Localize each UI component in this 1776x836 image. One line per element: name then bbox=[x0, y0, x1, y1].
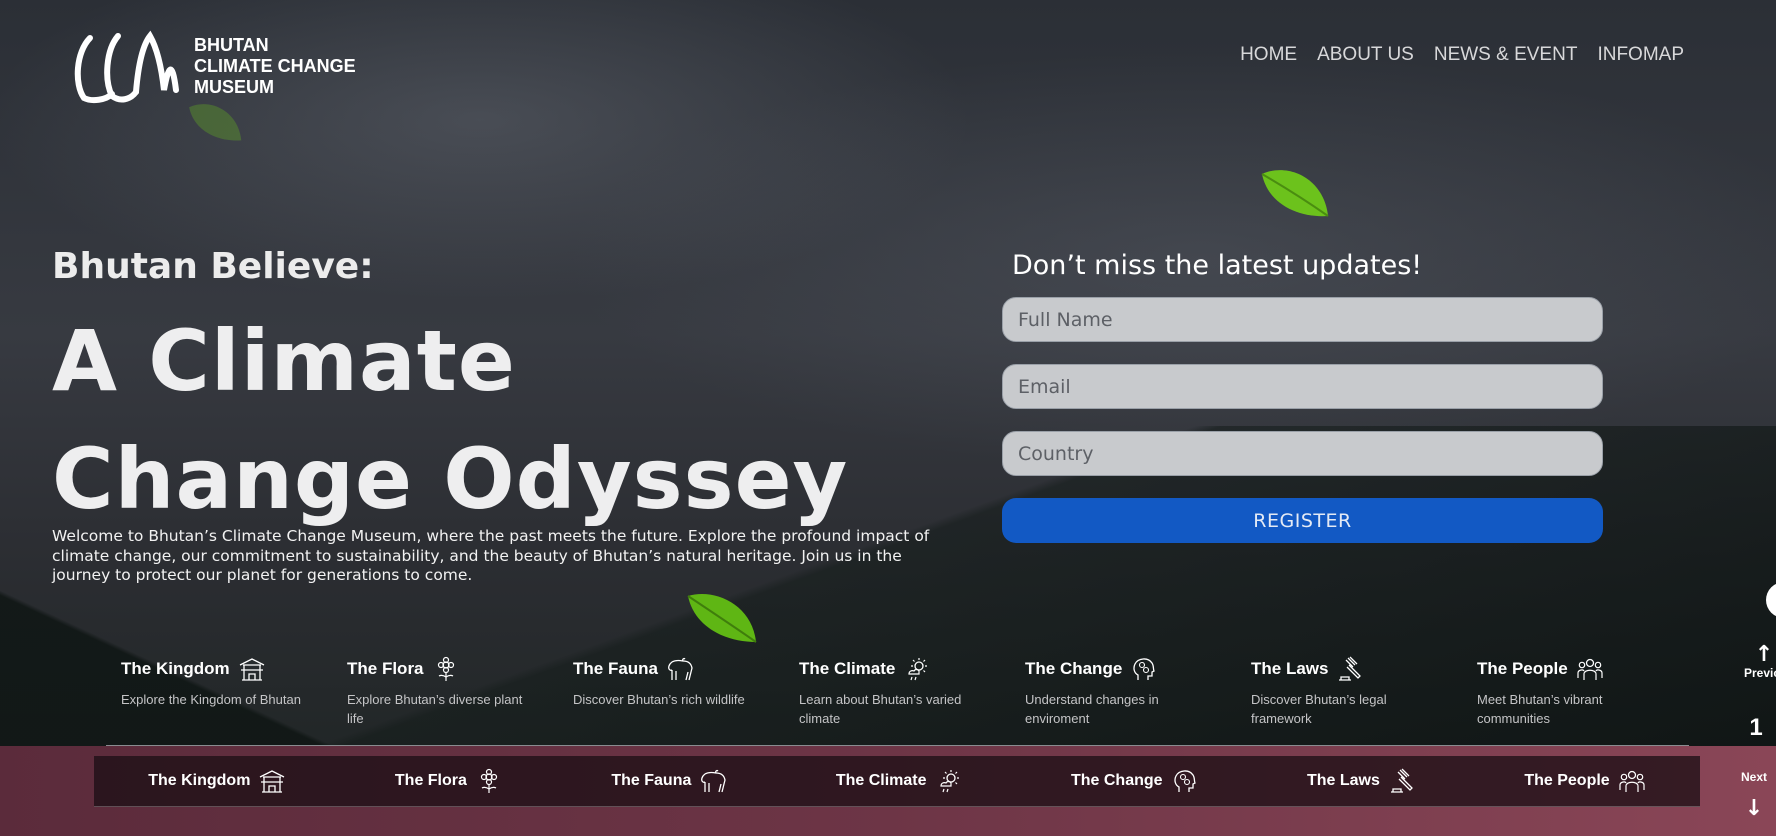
category-desc: Discover Bhutan’s rich wildlife bbox=[573, 692, 745, 707]
weather-icon bbox=[939, 770, 959, 793]
flower-icon bbox=[437, 656, 454, 681]
full-name-input[interactable] bbox=[1002, 297, 1603, 342]
tab-label: The Climate bbox=[835, 772, 927, 789]
previous-label: Previous bbox=[1744, 666, 1776, 680]
category-laws[interactable]: The Laws Discover Bhutan’s legal framewo… bbox=[1251, 656, 1477, 728]
section-number: 1 bbox=[1749, 714, 1763, 741]
nav-about-us[interactable]: ABOUT US bbox=[1317, 44, 1414, 66]
tab-label: The Laws bbox=[1306, 772, 1380, 789]
category-climate[interactable]: The Climate Learn about Bhutan’s varied … bbox=[799, 656, 1025, 728]
tab-fauna[interactable]: The Fauna bbox=[611, 768, 727, 794]
email-input[interactable] bbox=[1002, 364, 1603, 409]
arrow-down-icon: ↓ bbox=[1744, 796, 1764, 821]
weather-icon bbox=[908, 658, 928, 681]
nav-infomap[interactable]: INFOMAP bbox=[1597, 44, 1684, 66]
category-desc: Understand changes in enviroment bbox=[1025, 692, 1159, 726]
tab-climate[interactable]: The Climate bbox=[836, 768, 963, 794]
category-desc: Meet Bhutan’s vibrant communities bbox=[1477, 692, 1603, 726]
category-people[interactable]: The People Meet Bhutan’s vibrant communi… bbox=[1477, 656, 1703, 728]
logo-line: BHUTAN bbox=[194, 34, 269, 55]
leaf-icon bbox=[1261, 170, 1329, 217]
category-desc: Explore the Kingdom of Bhutan bbox=[121, 692, 301, 707]
arrow-up-icon: ↑ bbox=[1754, 642, 1774, 667]
tab-people[interactable]: The People bbox=[1524, 768, 1645, 794]
head-gears-icon bbox=[1173, 770, 1196, 792]
category-title: The Laws bbox=[1251, 659, 1329, 678]
next-label: Next bbox=[1740, 770, 1767, 784]
nav-home[interactable]: HOME bbox=[1240, 44, 1297, 66]
category-desc: Discover Bhutan’s legal framework bbox=[1251, 692, 1387, 726]
museum-logo[interactable]: BHUTAN CLIMATE CHANGE MUSEUM bbox=[72, 28, 356, 104]
tab-label: The People bbox=[1524, 772, 1610, 789]
tab-label: The Flora bbox=[394, 772, 467, 789]
category-change[interactable]: The Change Understand changes in envirom… bbox=[1025, 656, 1251, 728]
headline-line: A Climate bbox=[52, 312, 516, 410]
gavel-icon bbox=[1390, 768, 1413, 793]
next-button[interactable]: Next ↓ bbox=[1734, 770, 1774, 820]
tab-label: The Change bbox=[1070, 772, 1163, 789]
flower-icon bbox=[480, 768, 498, 793]
head-gears-icon bbox=[1133, 658, 1156, 680]
category-fauna[interactable]: The Fauna Discover Bhutan’s rich wildlif… bbox=[573, 656, 799, 728]
dzong-icon bbox=[239, 658, 264, 681]
people-icon bbox=[1619, 770, 1645, 792]
people-icon bbox=[1577, 658, 1603, 680]
tab-label: The Kingdom bbox=[148, 772, 251, 789]
category-desc: Learn about Bhutan’s varied climate bbox=[799, 692, 962, 726]
takin-icon bbox=[701, 769, 727, 793]
category-title: The Climate bbox=[799, 659, 896, 678]
tab-flora[interactable]: The Flora bbox=[395, 768, 503, 794]
headline-line: Change Odyssey bbox=[52, 430, 849, 528]
logo-text: BHUTAN CLIMATE CHANGE MUSEUM bbox=[194, 35, 356, 98]
nav-news-event[interactable]: NEWS & EVENT bbox=[1434, 44, 1578, 66]
signup-title: Don’t miss the latest updates! bbox=[1012, 250, 1423, 281]
tab-kingdom[interactable]: The Kingdom bbox=[148, 768, 286, 794]
hero-headline: A Climate Change Odyssey bbox=[52, 302, 848, 538]
leaf-icon bbox=[189, 104, 242, 141]
ccm-logo-mark bbox=[74, 30, 179, 104]
country-input[interactable] bbox=[1002, 431, 1603, 476]
tab-laws[interactable]: The Laws bbox=[1307, 768, 1416, 794]
takin-icon bbox=[668, 657, 693, 681]
category-list: The Kingdom Explore the Kingdom of Bhuta… bbox=[121, 656, 1703, 728]
gavel-icon bbox=[1339, 656, 1362, 681]
category-desc: Explore Bhutan’s diverse plant life bbox=[347, 692, 523, 726]
hero-eyebrow: Bhutan Believe: bbox=[52, 246, 374, 287]
main-nav: HOME ABOUT US NEWS & EVENT INFOMAP bbox=[1240, 44, 1684, 66]
category-flora[interactable]: The Flora Explore Bhutan’s diverse plant… bbox=[347, 656, 573, 728]
logo-line: MUSEUM bbox=[194, 76, 274, 97]
previous-button[interactable]: ↑ Previous bbox=[1744, 642, 1776, 681]
category-title: The Change bbox=[1025, 659, 1123, 678]
category-title: The Kingdom bbox=[121, 659, 230, 678]
leaf-icon bbox=[687, 593, 757, 643]
category-title: The Flora bbox=[347, 659, 424, 678]
category-tab-bar: The Kingdom The Flora The Fauna The Clim… bbox=[94, 756, 1700, 807]
dzong-icon bbox=[260, 770, 285, 793]
category-title: The Fauna bbox=[573, 659, 659, 678]
register-button[interactable]: REGISTER bbox=[1002, 498, 1603, 543]
hero-intro: Welcome to Bhutan’s Climate Change Museu… bbox=[52, 527, 930, 584]
logo-line: CLIMATE CHANGE bbox=[194, 55, 356, 76]
tab-label: The Fauna bbox=[611, 772, 692, 789]
tab-change[interactable]: The Change bbox=[1071, 768, 1199, 794]
category-title: The People bbox=[1477, 659, 1568, 678]
category-kingdom[interactable]: The Kingdom Explore the Kingdom of Bhuta… bbox=[121, 656, 347, 728]
